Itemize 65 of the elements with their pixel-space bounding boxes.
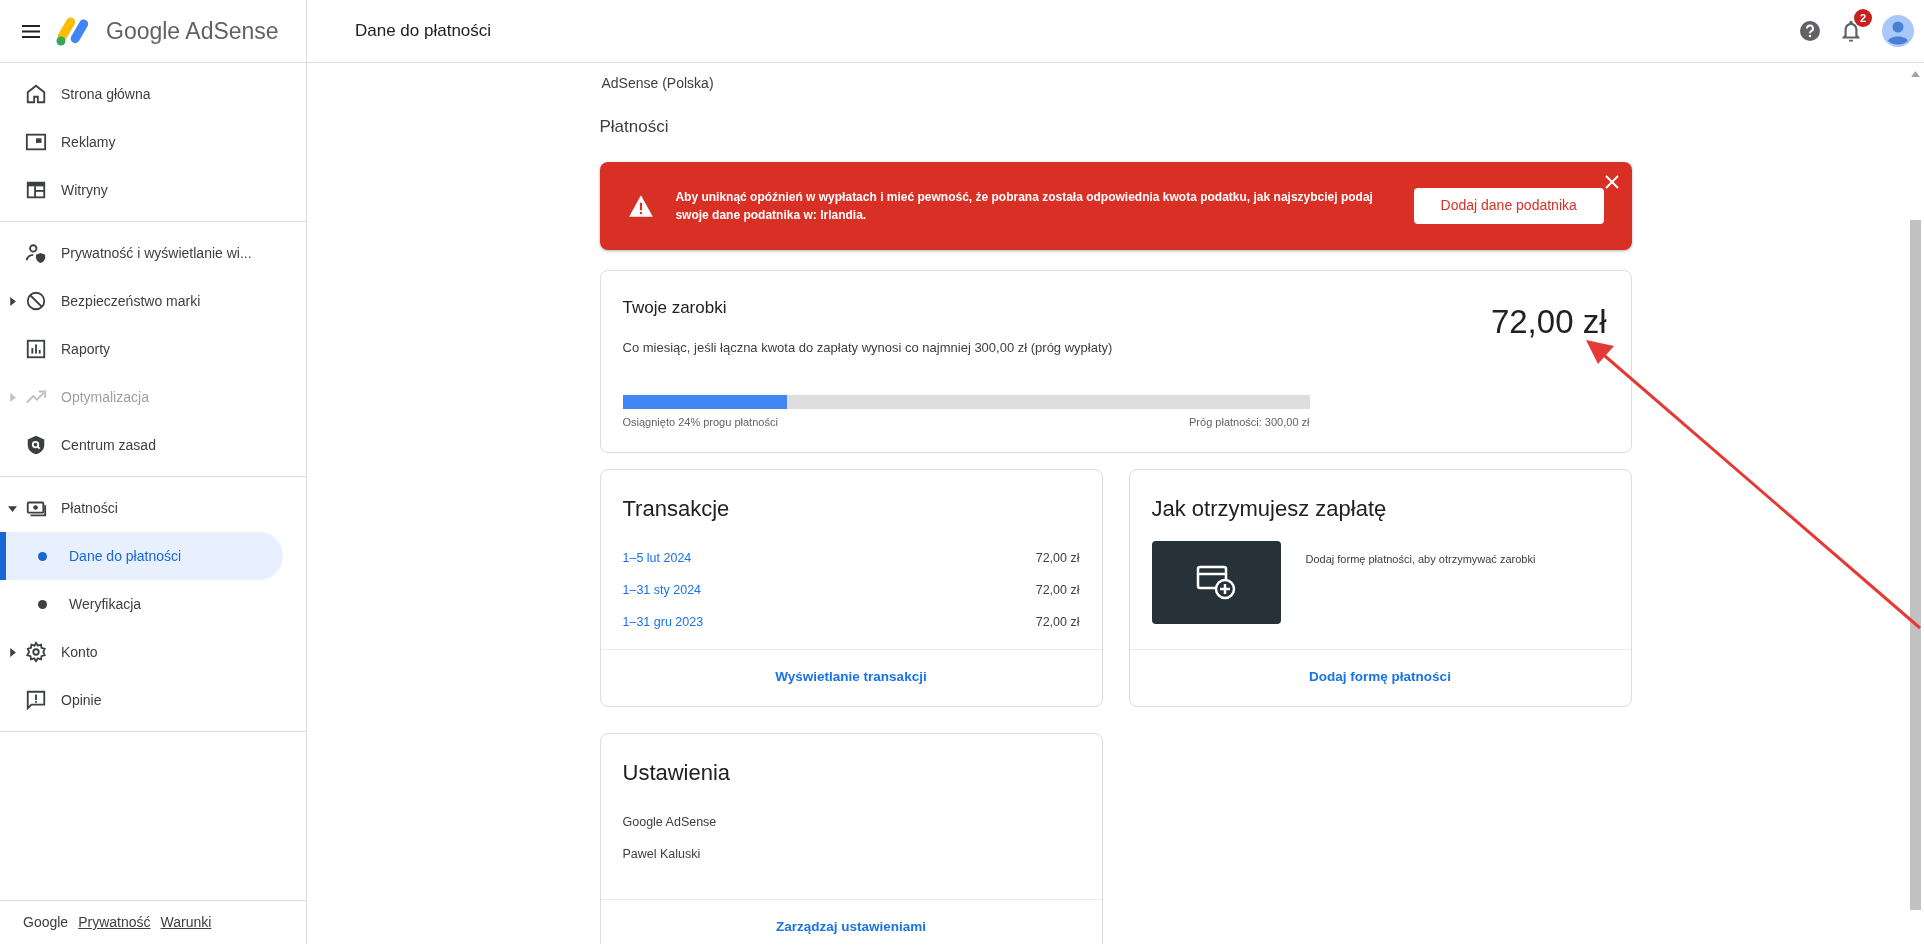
bullet-icon — [38, 551, 47, 561]
notification-badge: 2 — [1854, 9, 1872, 27]
card-title: Twoje zarobki — [622, 296, 728, 319]
threshold-label: Próg płatności: 300,00 zł — [1189, 414, 1310, 430]
nav-item[interactable]: Reklamy — [0, 118, 283, 166]
ad-icon — [25, 131, 47, 153]
manage-settings-link[interactable]: Zarządzaj ustawieniami — [775, 917, 927, 938]
caret-icon[interactable] — [8, 503, 17, 513]
caret-icon[interactable] — [8, 296, 17, 306]
home-icon — [25, 83, 47, 105]
nav-item[interactable]: Konto — [0, 628, 283, 676]
feedback-icon — [25, 689, 47, 711]
logo-icon — [56, 16, 90, 46]
payment-hint: Dodaj formę płatności, aby otrzymywać zarobki — [1305, 551, 1536, 567]
nav-item[interactable]: Bezpieczeństwo marki — [0, 277, 283, 325]
section-title: Płatności — [599, 116, 670, 138]
browser-icon — [25, 179, 47, 201]
transaction-amount: 72,00 zł — [1035, 550, 1080, 568]
card-title: Jak otrzymujesz zapłatę — [1150, 494, 1388, 523]
nav-item[interactable]: Centrum zasad — [0, 421, 283, 469]
scrollbar-thumb[interactable] — [1910, 220, 1921, 910]
add-tax-info-button[interactable]: Dodaj dane podatnika — [1413, 187, 1604, 224]
earnings-description: Co miesiąc, jeśli łączna kwota do zapłaty wynosi co najmniej 300,00 zł (próg wypłaty) — [622, 339, 1114, 357]
help-icon[interactable] — [1800, 21, 1820, 41]
transaction-amount: 72,00 zł — [1035, 582, 1080, 600]
add-card-icon — [1196, 564, 1236, 600]
transaction-period-link[interactable]: 1–31 gru 2023 — [622, 613, 704, 632]
bar-chart-icon — [25, 338, 47, 360]
warning-icon — [627, 193, 654, 218]
nav-item[interactable]: Opinie — [0, 676, 283, 724]
footer-link[interactable]: Prywatność — [78, 912, 151, 933]
card-title: Ustawienia — [621, 758, 732, 787]
transaction-period-link[interactable]: 1–31 sty 2024 — [622, 581, 702, 600]
earnings-amount: 72,00 zł — [1490, 301, 1607, 342]
account-name: AdSense (Polska) — [601, 74, 715, 93]
settings-line: Google AdSense — [622, 814, 718, 832]
nav-item[interactable]: Prywatność i wyświetlanie wi... — [0, 229, 283, 277]
nav-subitem[interactable]: Dane do płatności — [0, 532, 283, 580]
nav-subitem[interactable]: Weryfikacja — [0, 580, 283, 628]
card-title: Transakcje — [621, 494, 731, 523]
nav-item: Optymalizacja — [0, 373, 283, 421]
avatar-icon[interactable] — [1882, 15, 1914, 47]
shield-search-icon — [25, 434, 47, 456]
alert-message: Aby uniknąć opóźnień w wypłatach i mieć pewność, że pobrana została odpowiednia kwota podatku, jak najszybciej podaj swoje dane podatnika w: Irlandia. — [675, 188, 1374, 224]
close-icon[interactable] — [1603, 173, 1620, 190]
footer-link[interactable]: Warunki — [160, 912, 212, 933]
menu-icon[interactable] — [22, 24, 40, 38]
transaction-amount: 72,00 zł — [1035, 614, 1080, 632]
block-icon — [25, 290, 47, 312]
person-shield-icon — [25, 242, 47, 264]
view-transactions-link[interactable]: Wyświetlanie transakcji — [775, 667, 927, 688]
settings-line: Pawel Kaluski — [622, 846, 702, 864]
add-payment-link[interactable]: Dodaj formę płatności — [1309, 667, 1451, 688]
nav-item[interactable]: Witryny — [0, 166, 283, 214]
bullet-icon — [38, 599, 47, 609]
nav-item[interactable]: Raporty — [0, 325, 283, 373]
nav-item[interactable]: Płatności — [0, 484, 283, 532]
app-name: Google AdSense — [106, 16, 279, 46]
transaction-period-link[interactable]: 1–5 lut 2024 — [622, 549, 692, 568]
gear-icon — [25, 641, 47, 663]
nav-item[interactable]: Strona główna — [0, 70, 283, 118]
progress-label: Osiągnięto 24% progu płatności — [622, 414, 778, 430]
page-title: Dane do płatności — [355, 20, 492, 43]
caret-icon[interactable] — [8, 647, 17, 657]
footer-brand: Google — [23, 913, 69, 932]
